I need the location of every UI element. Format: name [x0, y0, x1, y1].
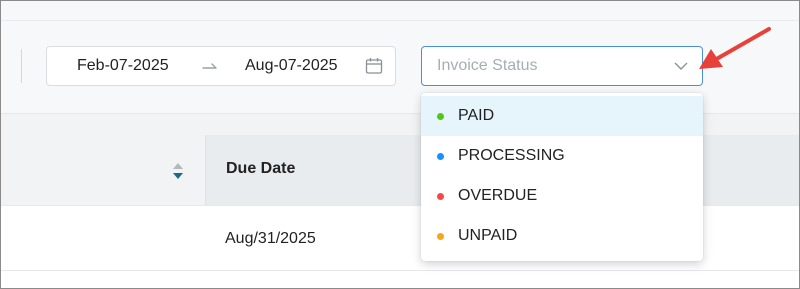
status-option-label: UNPAID: [458, 227, 518, 244]
status-option-label: PAID: [458, 107, 495, 124]
status-option-label: OVERDUE: [458, 187, 538, 204]
due-date-cell: Aug/31/2025: [225, 230, 316, 247]
invoice-status-dropdown: PAID PROCESSING OVERDUE UNPAID: [421, 93, 703, 261]
sort-icon[interactable]: [172, 162, 184, 180]
arrow-right-icon: [202, 63, 217, 69]
status-option-label: PROCESSING: [458, 147, 565, 164]
chevron-down-icon[interactable]: [674, 61, 688, 71]
status-option[interactable]: PAID: [421, 96, 703, 136]
divider: [21, 49, 22, 83]
top-band: [1, 1, 799, 21]
status-dot: [437, 153, 444, 160]
end-date[interactable]: Aug-07-2025: [245, 57, 338, 75]
status-dot: [437, 113, 444, 120]
date-range-picker[interactable]: Feb-07-2025 Aug-07-2025: [46, 46, 396, 86]
invoice-status-placeholder: Invoice Status: [437, 57, 538, 74]
red-arrow-icon: [699, 27, 771, 69]
status-option[interactable]: UNPAID: [421, 216, 703, 256]
status-option[interactable]: PROCESSING: [421, 136, 703, 176]
start-date[interactable]: Feb-07-2025: [77, 57, 169, 75]
status-dot: [437, 193, 444, 200]
app-frame: Feb-07-2025 Aug-07-2025 Invoice Status D…: [0, 0, 800, 289]
calendar-icon[interactable]: [365, 57, 383, 75]
status-dot: [437, 233, 444, 240]
status-option[interactable]: OVERDUE: [421, 176, 703, 216]
invoice-status-select[interactable]: Invoice Status: [421, 46, 703, 86]
due-date-header-label: Due Date: [226, 160, 296, 177]
